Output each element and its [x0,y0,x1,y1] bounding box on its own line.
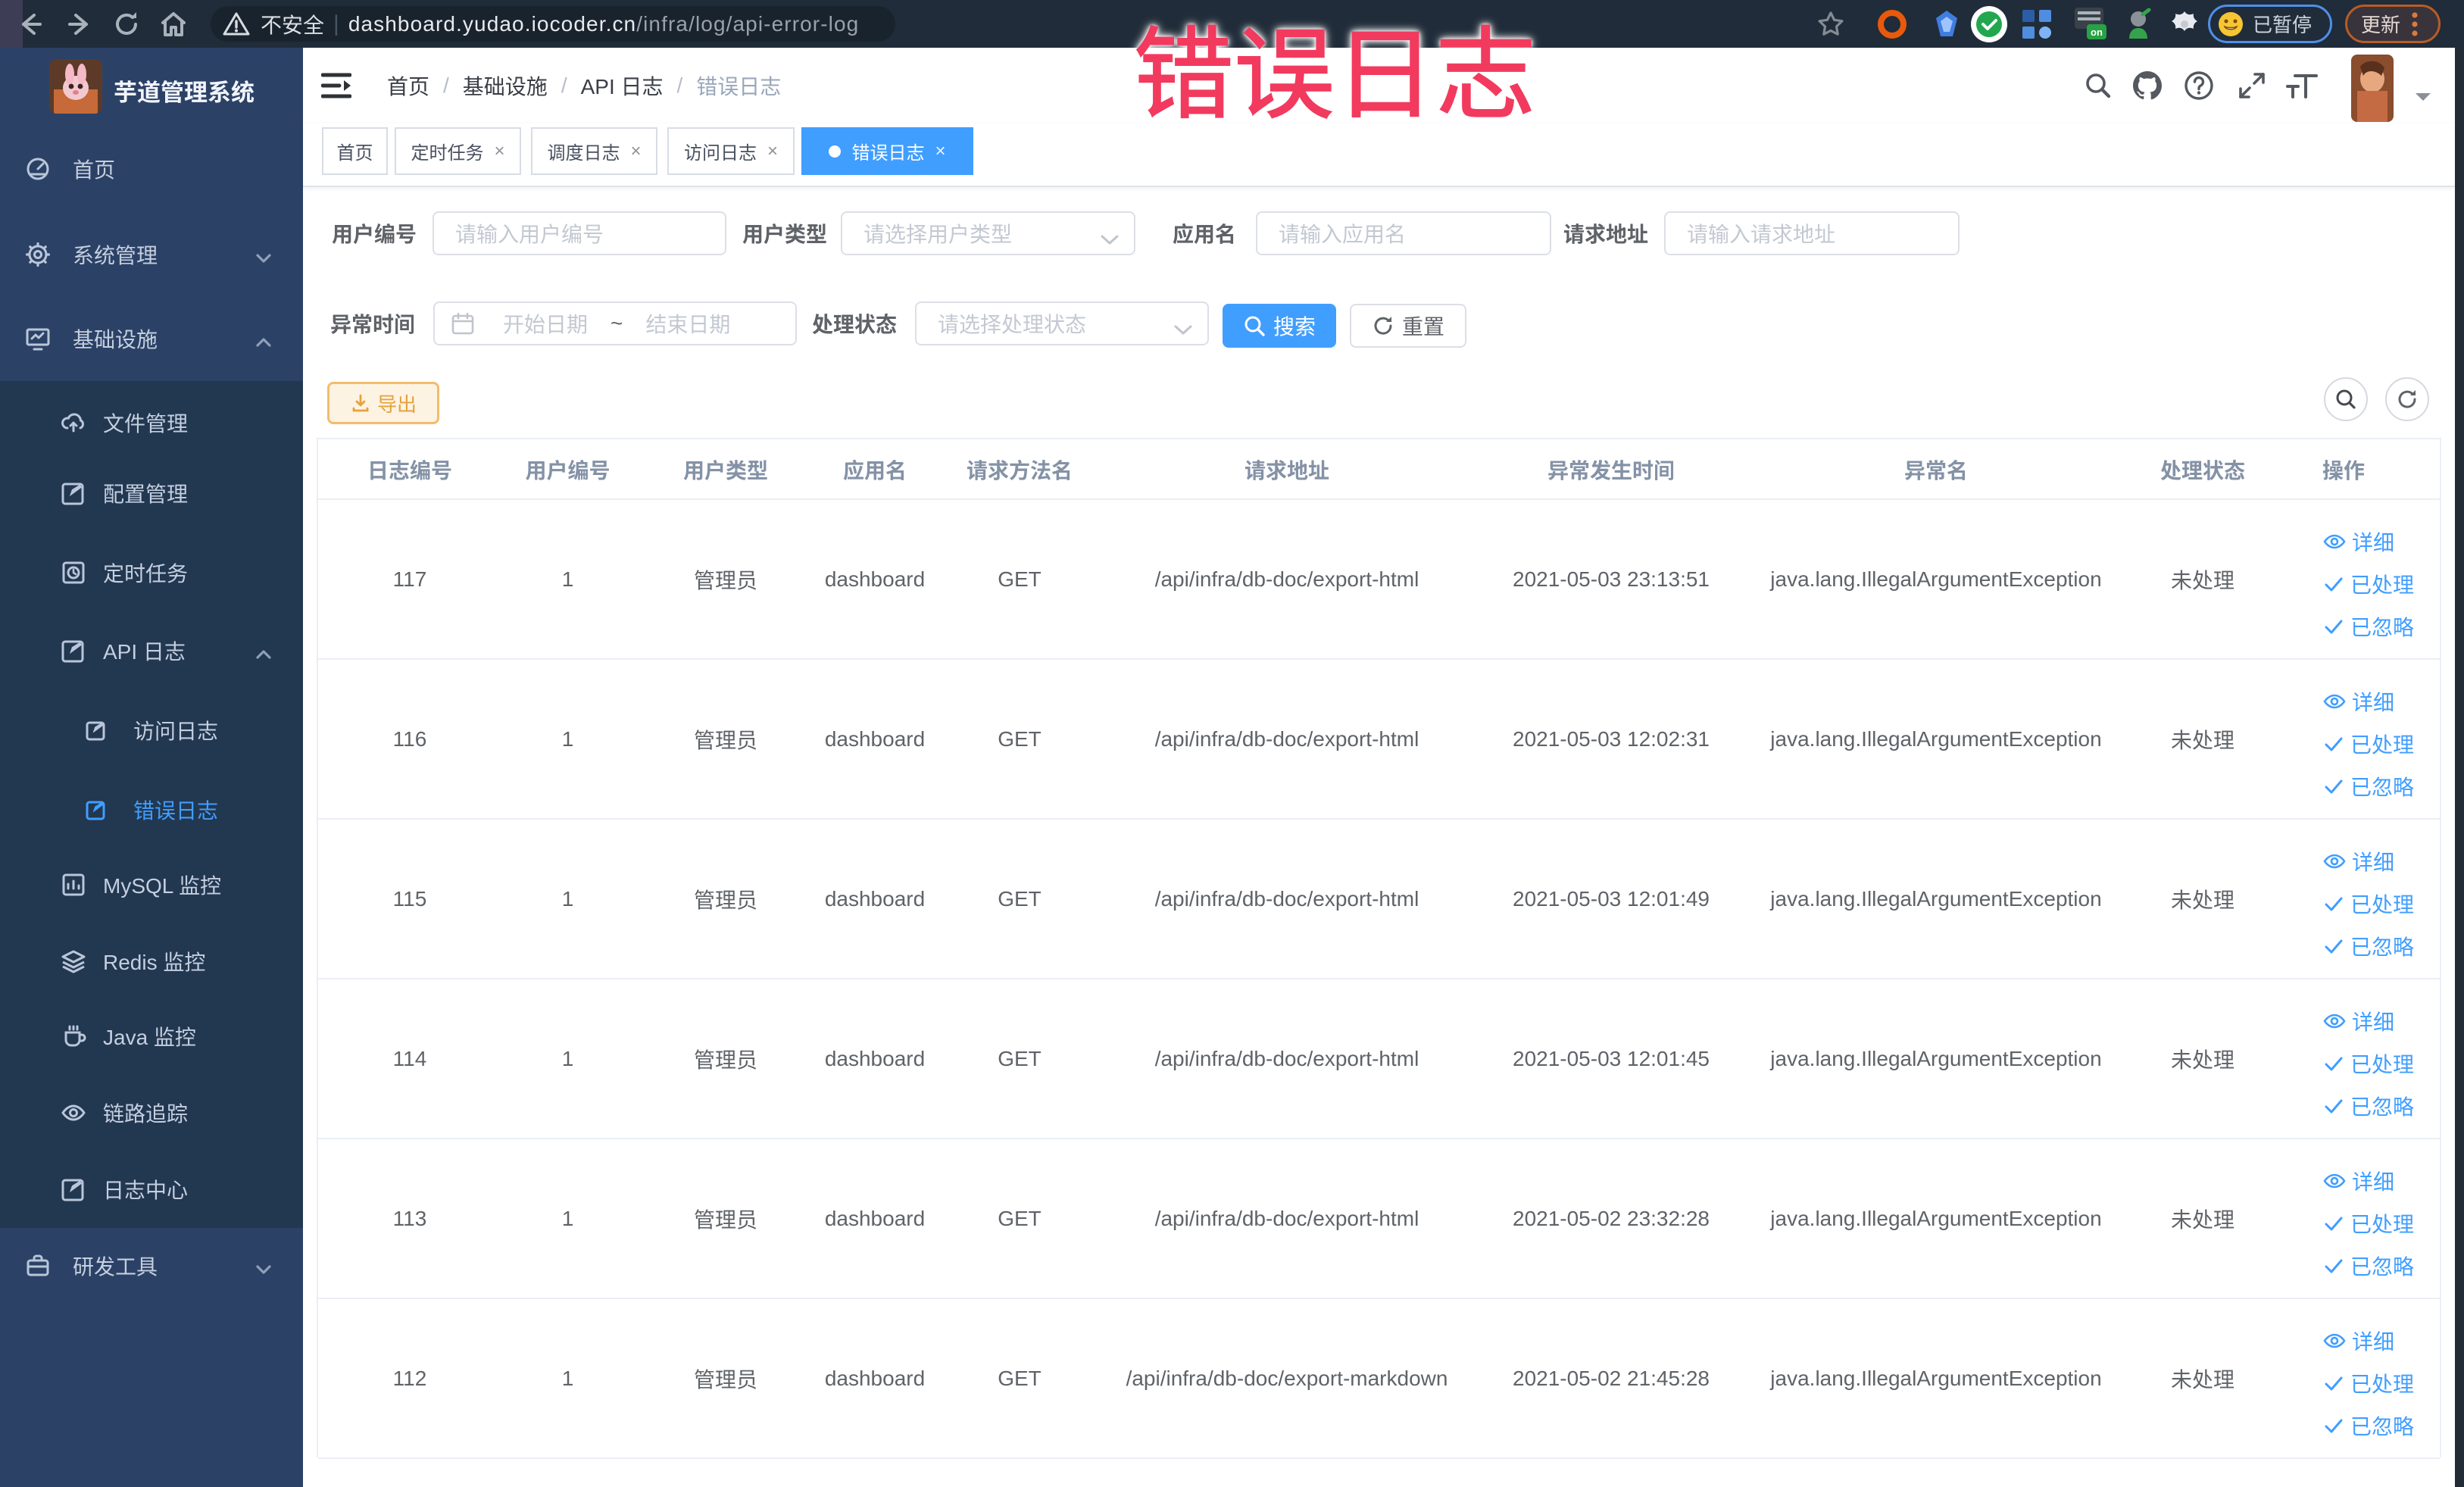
svg-text:on: on [2091,27,2103,38]
